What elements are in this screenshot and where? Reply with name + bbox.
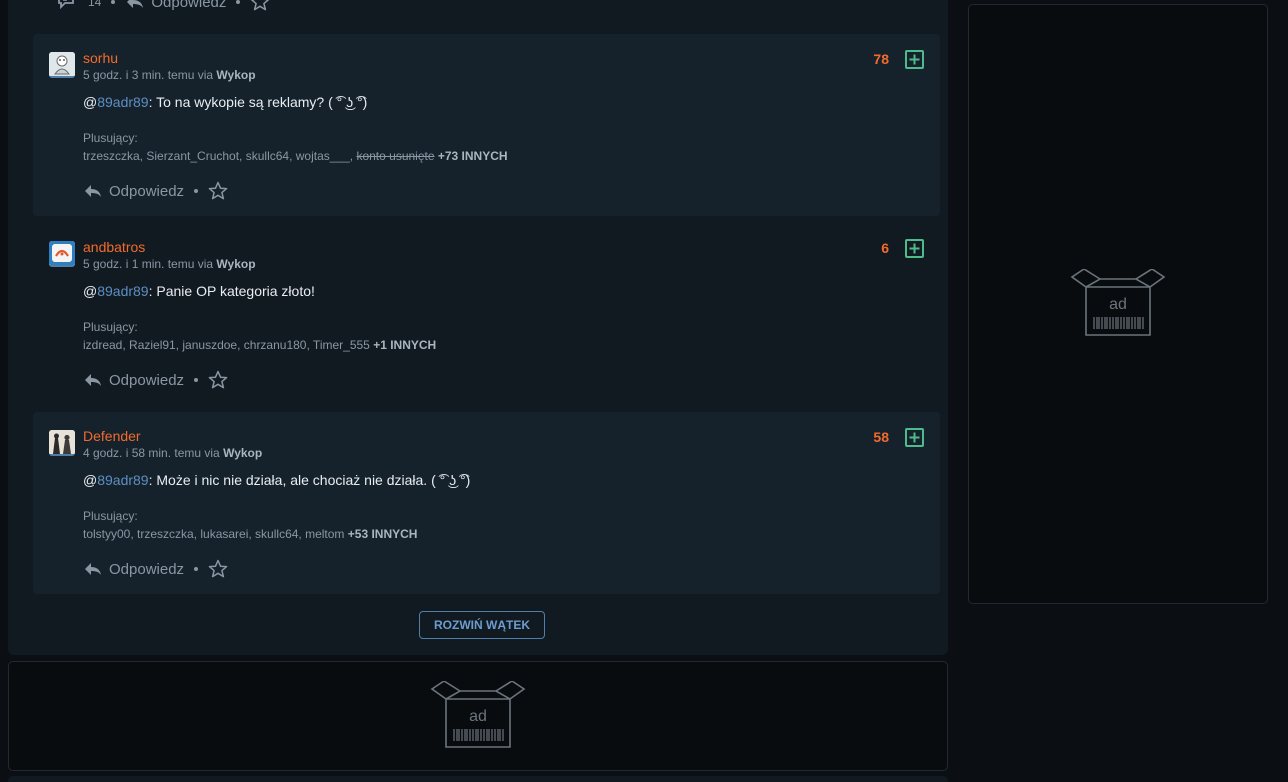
reply-button[interactable]: Odpowiedz xyxy=(83,372,184,389)
deleted-account: konto usunięte xyxy=(356,149,435,163)
comment-text: : To na wykopie są reklamy? ( ͡° ͜ʖ ͡°) xyxy=(148,94,368,110)
star-icon xyxy=(251,0,270,11)
reply-icon xyxy=(85,563,101,575)
favorite-star-button[interactable] xyxy=(250,0,270,12)
plus-icon xyxy=(909,432,920,443)
thread-container: 14 Odpowiedz sorhu 5 godz. i 3 min. temu… xyxy=(8,0,948,655)
reply-label: Odpowiedz xyxy=(109,182,185,200)
star-icon xyxy=(208,181,228,200)
reply-icon xyxy=(127,0,144,8)
ad-label: ad xyxy=(469,708,487,725)
plus-users[interactable]: tolstyy00, trzeszczka, lukasarei, skullc… xyxy=(83,527,348,541)
username-link[interactable]: andbatros xyxy=(83,239,145,255)
thread-reply-label: Odpowiedz xyxy=(151,0,227,11)
avatar[interactable] xyxy=(49,52,75,78)
thread-reply-button[interactable]: Odpowiedz xyxy=(125,0,226,11)
star-icon xyxy=(208,370,228,389)
plus-icon xyxy=(909,54,920,65)
inline-ad[interactable]: ad xyxy=(8,661,948,771)
avatar[interactable] xyxy=(49,430,75,456)
favorite-star-button[interactable] xyxy=(208,370,228,390)
upvote-plus-button[interactable] xyxy=(905,50,924,69)
next-entry-edge xyxy=(8,776,948,782)
more-plus-link[interactable]: +73 INNYCH xyxy=(438,149,508,163)
mention-link[interactable]: 89adr89 xyxy=(97,94,148,110)
source-link[interactable]: Wykop xyxy=(223,446,262,460)
comment-meta: 4 godz. i 58 min. temu via Wykop xyxy=(83,446,262,460)
separator-dot xyxy=(194,378,199,382)
comment-text: : Może i nic nie działa, ale chociaż nie… xyxy=(148,472,471,488)
comment-time: 5 godz. i 1 min. temu via xyxy=(83,257,214,271)
comment-time: 4 godz. i 58 min. temu via xyxy=(83,446,220,460)
separator-dot xyxy=(111,0,116,4)
source-link[interactable]: Wykop xyxy=(216,257,255,271)
vote-score: 58 xyxy=(873,429,889,445)
plus-users[interactable]: izdread, Raziel91, januszdoe, chrzanu180… xyxy=(83,338,373,352)
plus-label: Plusujący: xyxy=(83,509,138,523)
username-link[interactable]: Defender xyxy=(83,428,141,444)
comment-actions: Odpowiedz xyxy=(83,559,228,579)
mention-link[interactable]: 89adr89 xyxy=(97,283,148,299)
comment-meta: 5 godz. i 1 min. temu via Wykop xyxy=(83,257,256,271)
reply-label: Odpowiedz xyxy=(109,560,185,578)
mention-link[interactable]: 89adr89 xyxy=(97,472,148,488)
star-icon xyxy=(208,559,228,578)
reply-button[interactable]: Odpowiedz xyxy=(83,561,184,578)
comment-item: andbatros 5 godz. i 1 min. temu via Wyko… xyxy=(33,223,940,405)
comments-icon[interactable] xyxy=(56,0,78,13)
reply-label: Odpowiedz xyxy=(109,371,185,389)
separator-dot xyxy=(236,0,241,4)
plus-users-list: izdread, Raziel91, januszdoe, chrzanu180… xyxy=(83,338,436,352)
ad-label: ad xyxy=(1109,296,1127,313)
comment-actions: Odpowiedz xyxy=(83,370,228,390)
vote-score: 78 xyxy=(873,51,889,67)
comment-body: @89adr89: Panie OP kategoria złoto! xyxy=(83,283,315,299)
comment-body: @89adr89: To na wykopie są reklamy? ( ͡°… xyxy=(83,94,368,110)
comment-time: 5 godz. i 3 min. temu via xyxy=(83,68,214,82)
upvote-plus-button[interactable] xyxy=(905,239,924,258)
comment-item: Defender 4 godz. i 58 min. temu via Wyko… xyxy=(33,412,940,594)
plus-label: Plusujący: xyxy=(83,131,138,145)
plus-icon xyxy=(909,243,920,254)
upvote-plus-button[interactable] xyxy=(905,428,924,447)
more-plus-link[interactable]: +53 INNYCH xyxy=(348,527,418,541)
thread-top-actions: 14 Odpowiedz xyxy=(56,0,270,12)
comment-text: : Panie OP kategoria złoto! xyxy=(148,283,315,299)
comment-body: @89adr89: Może i nic nie działa, ale cho… xyxy=(83,472,471,488)
vote-score: 6 xyxy=(881,240,889,256)
comment-meta: 5 godz. i 3 min. temu via Wykop xyxy=(83,68,256,82)
favorite-star-button[interactable] xyxy=(208,559,228,579)
plus-label: Plusujący: xyxy=(83,320,138,334)
reply-icon xyxy=(85,374,101,386)
separator-dot xyxy=(194,567,199,571)
sidebar-ad[interactable]: ad xyxy=(968,4,1268,604)
plus-users-list: trzeszczka, Sierzant_Cruchot, skullc64, … xyxy=(83,149,508,163)
username-link[interactable]: sorhu xyxy=(83,50,118,66)
avatar[interactable] xyxy=(49,241,75,267)
source-link[interactable]: Wykop xyxy=(216,68,255,82)
separator-dot xyxy=(194,189,199,193)
favorite-star-button[interactable] xyxy=(208,181,228,201)
more-plus-link[interactable]: +1 INNYCH xyxy=(373,338,436,352)
comment-item: sorhu 5 godz. i 3 min. temu via Wykop @8… xyxy=(33,34,940,216)
comment-actions: Odpowiedz xyxy=(83,181,228,201)
expand-thread-button[interactable]: ROZWIŃ WĄTEK xyxy=(419,611,545,639)
plus-users[interactable]: trzeszczka, Sierzant_Cruchot, skullc64, … xyxy=(83,149,356,163)
plus-users-list: tolstyy00, trzeszczka, lukasarei, skullc… xyxy=(83,527,417,541)
ad-box-icon: ad xyxy=(430,681,526,748)
reply-icon xyxy=(85,185,101,197)
ad-box-icon: ad xyxy=(1070,269,1166,336)
reply-count: 14 xyxy=(88,0,102,9)
reply-button[interactable]: Odpowiedz xyxy=(83,183,184,200)
